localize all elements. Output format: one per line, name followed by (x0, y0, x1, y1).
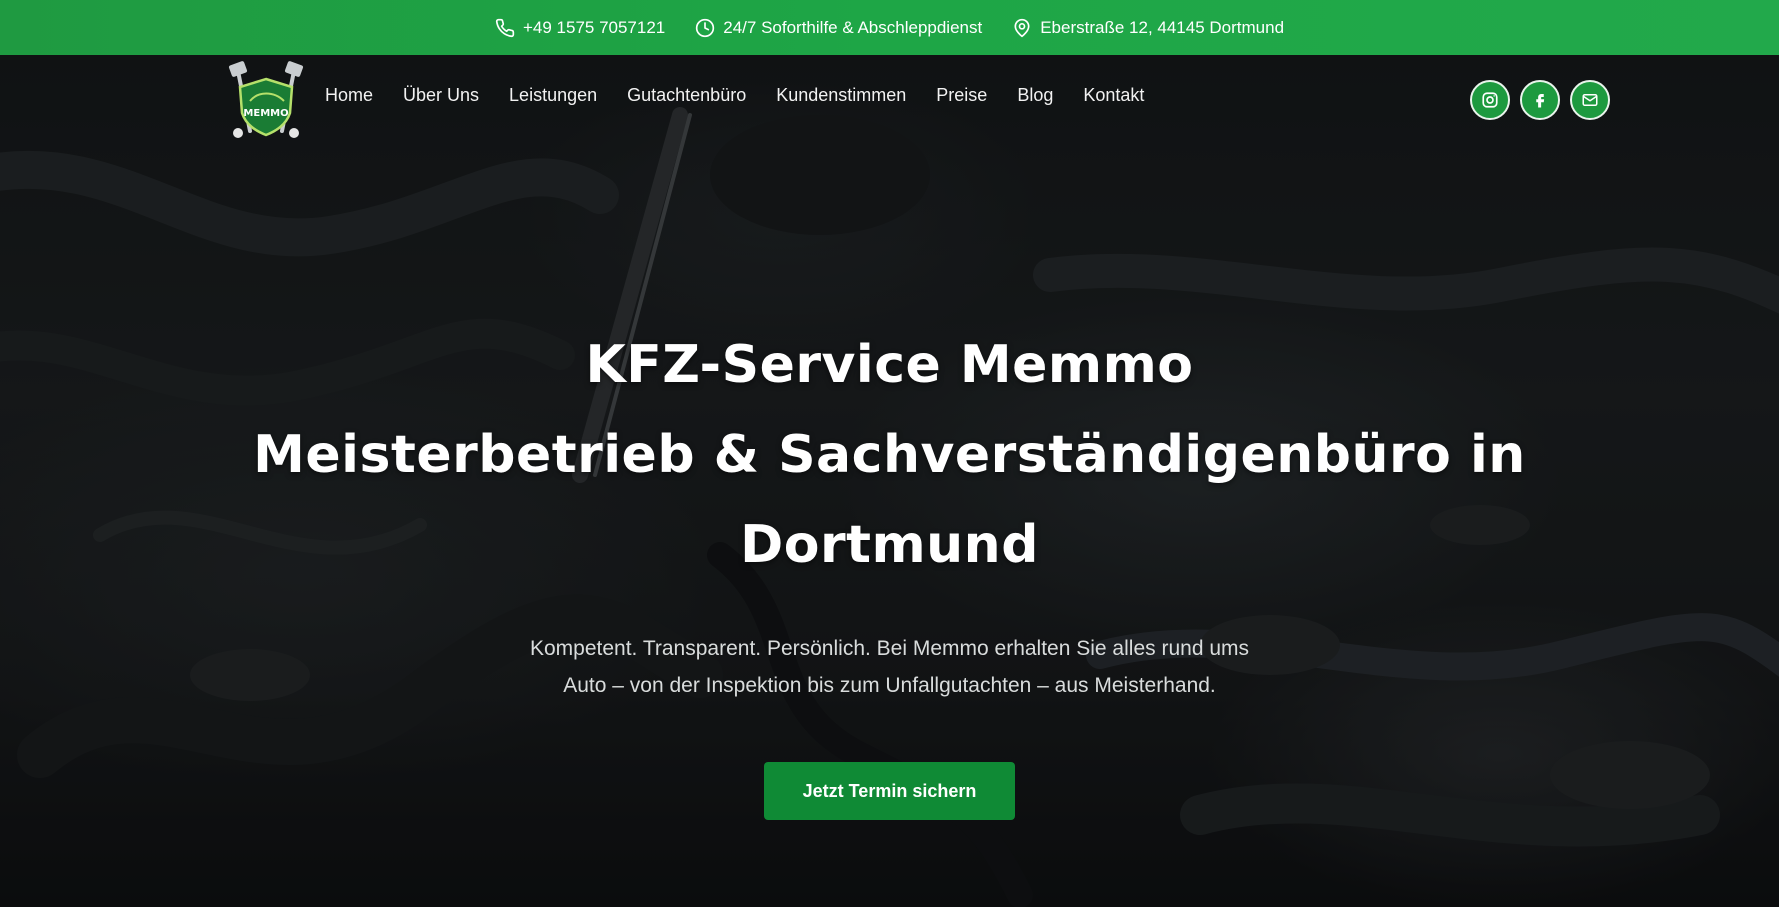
facebook-button[interactable] (1520, 80, 1560, 120)
facebook-icon (1536, 94, 1545, 108)
nav-link-preise[interactable]: Preise (936, 85, 987, 106)
nav-links: Home Über Uns Leistungen Gutachtenbüro K… (325, 85, 1174, 106)
social-links (1470, 80, 1610, 120)
topbar-address-text: Eberstraße 12, 44145 Dortmund (1040, 17, 1285, 37)
hero-subtitle-line-1: Kompetent. Transparent. Persönlich. Bei … (529, 637, 1249, 660)
hero-subtitle: Kompetent. Transparent. Persönlich. Bei … (480, 630, 1300, 704)
nav-link-home[interactable]: Home (325, 85, 373, 106)
hero-title-line-1: KFZ-Service Memmo (585, 335, 1194, 395)
book-appointment-button[interactable]: Jetzt Termin sichern (764, 762, 1015, 820)
nav-link-gutachtenbuero[interactable]: Gutachtenbüro (627, 85, 746, 106)
phone-icon (495, 18, 515, 37)
memmo-shield-logo-icon: MEMMO (228, 61, 304, 138)
main-navigation: MEMMO Home Über Uns Leistungen Gutachten… (0, 55, 1779, 145)
topbar-address[interactable]: Eberstraße 12, 44145 Dortmund (1012, 18, 1284, 38)
top-info-bar: +49 1575 7057121 24/7 Soforthilfe & Absc… (0, 0, 1779, 55)
topbar-service: 24/7 Soforthilfe & Abschleppdienst (695, 18, 982, 38)
nav-link-ueber-uns[interactable]: Über Uns (403, 85, 479, 106)
topbar-service-text: 24/7 Soforthilfe & Abschleppdienst (723, 17, 983, 37)
clock-icon (696, 18, 715, 37)
hero-subtitle-line-2: Auto – von der Inspektion bis zum Unfall… (563, 674, 1216, 697)
memmo-logo[interactable]: MEMMO (224, 61, 308, 141)
topbar-phone-text: +49 1575 7057121 (522, 17, 666, 37)
hero-content: KFZ-Service Memmo Meisterbetrieb & Sachv… (0, 320, 1779, 820)
nav-link-kontakt[interactable]: Kontakt (1083, 85, 1144, 106)
instagram-icon (1482, 92, 1498, 108)
svg-text:MEMMO: MEMMO (243, 108, 288, 119)
instagram-button[interactable] (1470, 80, 1510, 120)
nav-link-kundenstimmen[interactable]: Kundenstimmen (776, 85, 906, 106)
hero-title-line-3: Dortmund (740, 515, 1039, 575)
topbar-phone[interactable]: +49 1575 7057121 (495, 18, 665, 38)
location-pin-icon (1014, 18, 1030, 37)
mail-button[interactable] (1570, 80, 1610, 120)
mail-icon (1582, 94, 1598, 106)
nav-link-leistungen[interactable]: Leistungen (509, 85, 597, 106)
hero-title-line-2: Meisterbetrieb & Sachverständigenbüro in (253, 425, 1526, 485)
hero-title: KFZ-Service Memmo Meisterbetrieb & Sachv… (0, 320, 1779, 590)
nav-link-blog[interactable]: Blog (1017, 85, 1053, 106)
